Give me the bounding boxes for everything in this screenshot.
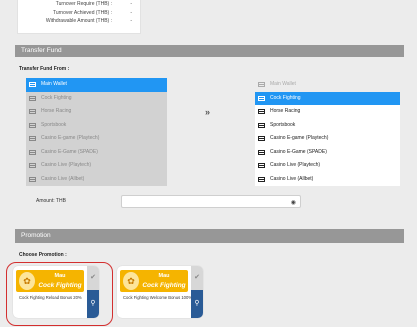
from-item-casino-live-playtech[interactable]: Casino Live (Playtech) — [26, 159, 167, 173]
to-item-horse-racing[interactable]: Horse Racing — [255, 105, 400, 119]
wallet-icon — [29, 136, 36, 142]
wallet-icon — [258, 95, 265, 101]
item-label: Main Wallet — [270, 81, 296, 87]
from-item-sportsbook[interactable]: Sportsbook — [26, 119, 167, 133]
check-icon[interactable]: ✔ — [191, 266, 203, 290]
transfer-from-label: Transfer Fund From : — [19, 66, 70, 72]
wallet-icon — [29, 109, 36, 115]
summary-row: Withdrawable Amount (THB) : - — [18, 17, 140, 26]
from-item-casino-live-allbet[interactable]: Casino Live (Allbet) — [26, 173, 167, 187]
from-item-horse-racing[interactable]: Horse Racing — [26, 105, 167, 119]
from-item-casino-egame-playtech[interactable]: Casino E-game (Playtech) — [26, 132, 167, 146]
promotion-banner: ✿ Mau Cock Fighting — [120, 270, 188, 292]
wallet-icon — [29, 82, 36, 88]
item-label: Horse Racing — [270, 108, 301, 114]
item-label: Casino Live (Allbet) — [270, 175, 314, 182]
item-label: Cock Fighting — [41, 94, 72, 101]
wallet-icon — [258, 82, 265, 88]
transfer-from-list: Main Wallet Cock Fighting Horse Racing S… — [26, 78, 167, 186]
choose-promotion-label: Choose Promotion : — [19, 252, 67, 258]
wallet-icon — [258, 136, 265, 142]
item-label: Casino E-Game (SPADE) — [270, 148, 327, 155]
wallet-icon — [258, 122, 265, 128]
item-label: Casino E-Game (SPADE) — [41, 148, 98, 155]
promotion-text: Cock Fighting Welcome Bonus 100% — [123, 295, 193, 300]
transfer-to-list: Main Wallet Cock Fighting Horse Racing S… — [255, 78, 400, 186]
from-item-cock-fighting[interactable]: Cock Fighting — [26, 92, 167, 106]
to-item-casino-egame-playtech[interactable]: Casino E-game (Playtech) — [255, 132, 400, 146]
banner-line2: Cock Fighting — [142, 282, 186, 289]
item-label: Casino E-game (Playtech) — [270, 135, 329, 141]
wallet-icon — [29, 149, 36, 155]
summary-value: - — [130, 1, 132, 7]
banner-line1: Mau — [158, 273, 170, 279]
item-label: Sportsbook — [41, 121, 67, 128]
turnover-summary: Turnover Require (THB) : - Turnover Achi… — [17, 0, 141, 34]
from-item-main-wallet[interactable]: Main Wallet — [26, 78, 167, 92]
item-label: Casino Live (Playtech) — [270, 162, 321, 168]
wallet-icon — [258, 149, 265, 155]
wallet-icon — [29, 95, 36, 101]
to-item-casino-live-allbet[interactable]: Casino Live (Allbet) — [255, 173, 400, 187]
wallet-icon — [29, 122, 36, 128]
rooster-icon: ✿ — [123, 272, 139, 290]
amount-label: Amount: THB — [36, 198, 66, 204]
item-label: Sportsbook — [270, 121, 296, 128]
summary-label: Turnover Require (THB) : — [55, 1, 112, 7]
amount-input[interactable]: ◉ — [121, 195, 301, 208]
item-label: Main Wallet — [41, 81, 67, 87]
item-label: Casino Live (Allbet) — [41, 175, 85, 182]
wallet-icon — [29, 176, 36, 182]
wallet-icon — [258, 109, 265, 115]
to-item-casino-egame-spade[interactable]: Casino E-Game (SPADE) — [255, 146, 400, 160]
summary-label: Turnover Achieved (THB) : — [52, 9, 112, 16]
selected-promotion-highlight — [6, 262, 113, 326]
item-label: Casino E-game (Playtech) — [41, 135, 100, 141]
promotion-card[interactable]: ✿ Mau Cock Fighting Cock Fighting Welcom… — [117, 266, 203, 318]
promotion-header: Promotion — [15, 229, 404, 243]
wallet-icon — [258, 163, 265, 169]
item-label: Horse Racing — [41, 108, 72, 114]
eye-icon[interactable]: ◉ — [291, 199, 296, 206]
summary-label: Withdrawable Amount (THB) : — [45, 18, 112, 24]
to-item-main-wallet: Main Wallet — [255, 78, 400, 92]
summary-value: - — [130, 9, 132, 16]
from-item-casino-egame-spade[interactable]: Casino E-Game (SPADE) — [26, 146, 167, 160]
summary-row: Turnover Require (THB) : - — [18, 0, 140, 9]
summary-row: Turnover Achieved (THB) : - — [18, 9, 140, 18]
to-item-cock-fighting[interactable]: Cock Fighting — [255, 91, 400, 105]
transfer-fund-header: Transfer Fund — [15, 45, 404, 57]
double-chevron-right-icon: » — [205, 107, 210, 117]
wallet-icon — [29, 163, 36, 169]
banner-title: Mau Cock Fighting — [142, 272, 186, 290]
summary-value: - — [130, 18, 132, 24]
item-label: Cock Fighting — [270, 94, 301, 101]
to-item-sportsbook[interactable]: Sportsbook — [255, 119, 400, 133]
to-item-casino-live-playtech[interactable]: Casino Live (Playtech) — [255, 159, 400, 173]
wallet-icon — [258, 176, 265, 182]
item-label: Casino Live (Playtech) — [41, 162, 92, 168]
zoom-in-icon[interactable]: ⚲ — [191, 290, 203, 318]
